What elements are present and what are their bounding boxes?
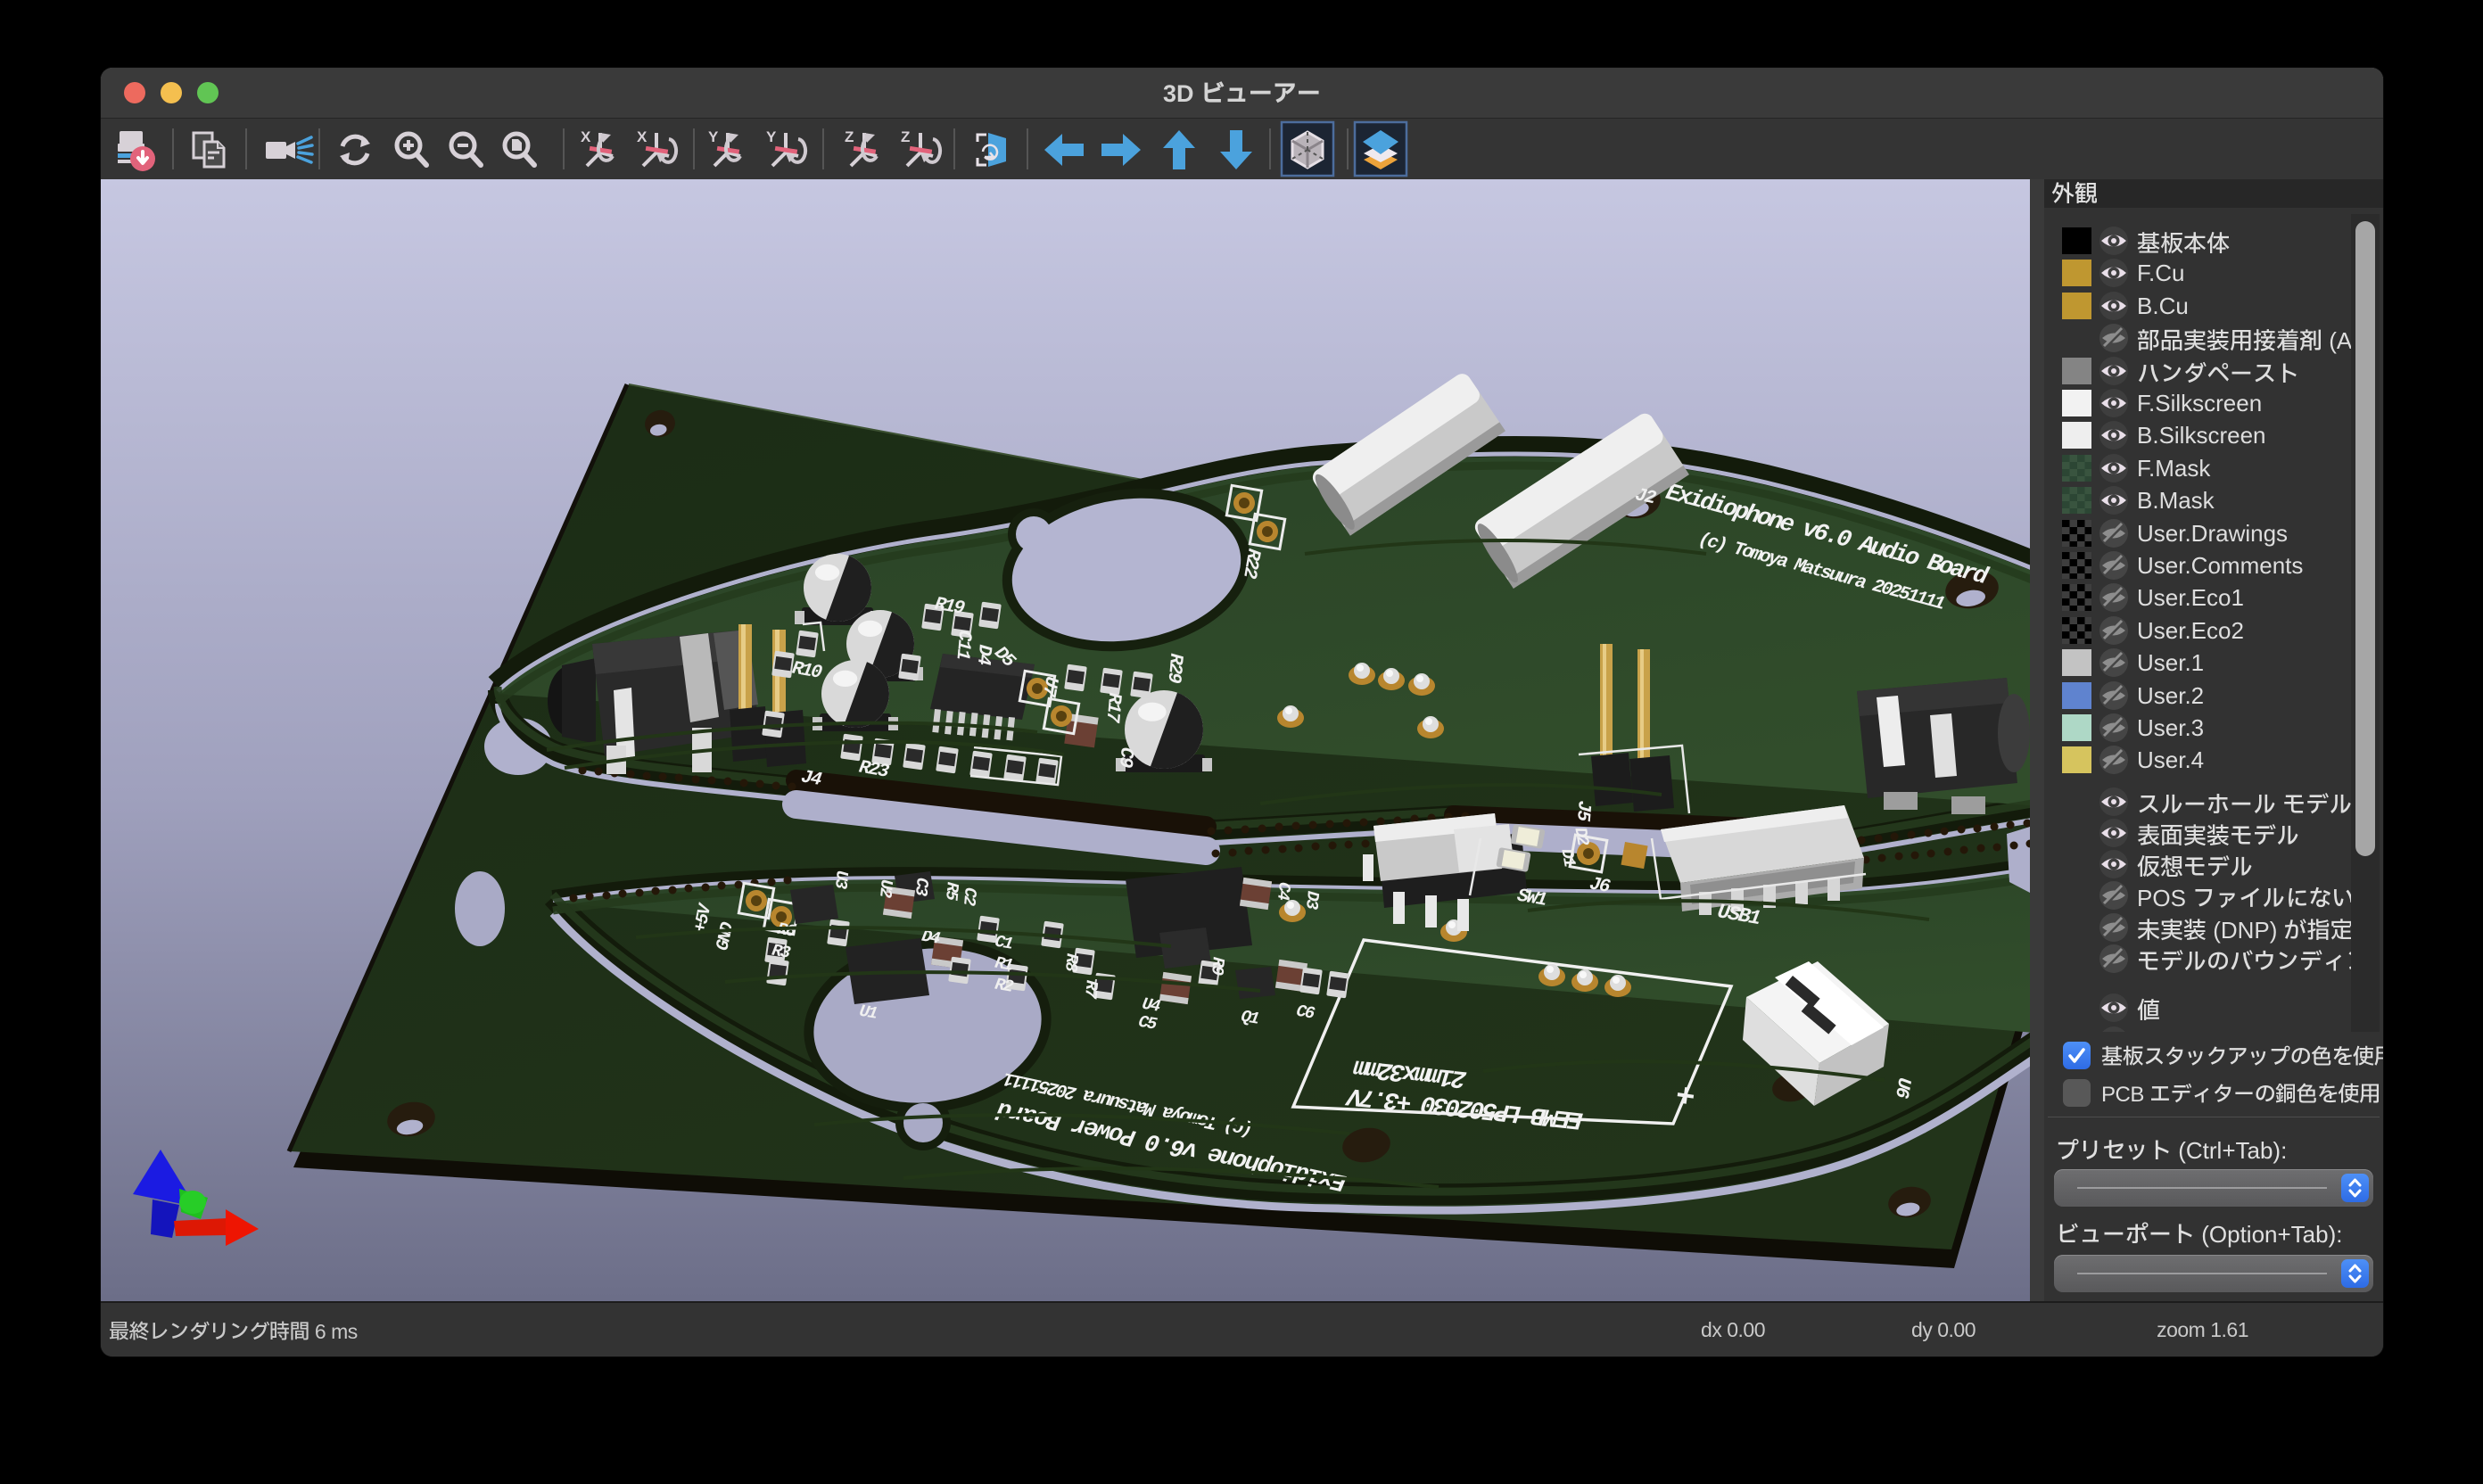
- svg-text:Z: Z: [901, 128, 910, 145]
- svg-text:X: X: [637, 128, 648, 145]
- svg-text:Y: Y: [766, 128, 777, 145]
- svg-text:Y: Y: [708, 128, 719, 145]
- svg-text:R17: R17: [1101, 692, 1124, 724]
- svg-text:D4: D4: [972, 644, 994, 666]
- svg-text:R29: R29: [1163, 653, 1186, 684]
- svg-text:C2: C2: [959, 886, 980, 906]
- svg-text:X: X: [581, 128, 591, 145]
- svg-text:Z: Z: [845, 128, 854, 145]
- svg-text:C9: C9: [1114, 746, 1136, 769]
- svg-text:C4: C4: [1273, 881, 1294, 901]
- svg-text:R9: R9: [1207, 956, 1228, 976]
- svg-text:C11: C11: [952, 630, 975, 661]
- svg-text:U2: U2: [875, 878, 896, 898]
- svg-text:R8: R8: [1060, 952, 1082, 972]
